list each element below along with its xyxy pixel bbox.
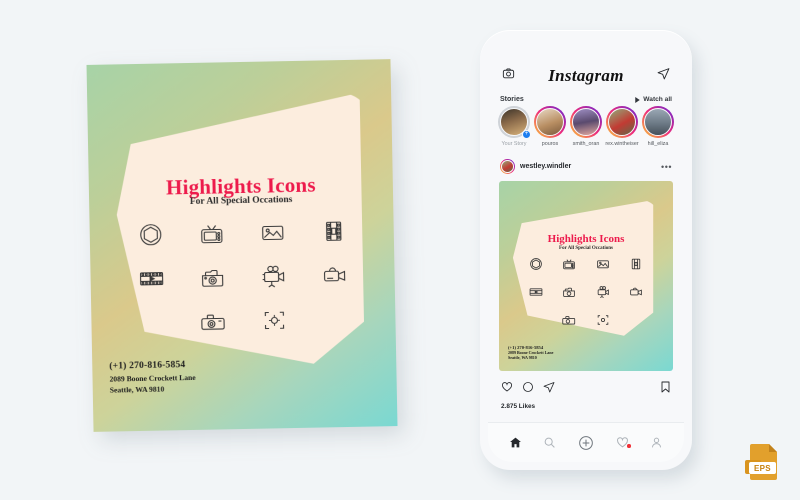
- phone-mockup: Instagram Stories Watch all + Your Story…: [480, 30, 692, 470]
- paper-plane-icon[interactable]: [657, 67, 670, 85]
- vintage-camera-icon: [562, 285, 576, 304]
- eps-label: EPS: [749, 462, 776, 474]
- heart-icon[interactable]: [501, 380, 513, 398]
- story-item-hill-eliza[interactable]: hill_eliza: [640, 106, 676, 147]
- photo-camera-icon: [200, 308, 226, 334]
- story-ring: [606, 106, 638, 138]
- stories-row: + Your Story pouros smith_oran rex.winth…: [488, 106, 684, 147]
- poster-artboard: Highlights Icons For All Special Occatio…: [86, 59, 398, 432]
- mini-icon-grid: [519, 257, 653, 332]
- play-triangle-icon: [635, 96, 641, 103]
- tab-home[interactable]: [509, 436, 522, 449]
- tab-activity[interactable]: [616, 436, 631, 449]
- film-strip-vertical-icon: [629, 257, 643, 276]
- photo-camera-icon: [562, 313, 576, 332]
- aperture-icon: [529, 257, 543, 276]
- focus-frame-icon: [261, 307, 287, 333]
- avatar: [536, 108, 564, 136]
- post-header: westley.windler •••: [488, 147, 684, 181]
- avatar: [608, 108, 636, 136]
- story-item-smith-oran[interactable]: smith_oran: [568, 106, 604, 147]
- avatar: [644, 108, 672, 136]
- mini-contact-block: (+1) 270-816-5854 2089 Boone Crockett La…: [508, 345, 553, 361]
- bottom-tabbar: [488, 422, 684, 462]
- poster-address-line1: 2089 Boone Crockett Lane: [109, 372, 196, 384]
- mini-poster-title: Highlights Icons: [547, 233, 625, 245]
- story-name: hill_eliza: [647, 141, 669, 147]
- photo-landscape-icon: [596, 257, 610, 276]
- story-name: pouros: [541, 141, 559, 147]
- comment-icon[interactable]: [522, 380, 534, 398]
- activity-badge: [626, 444, 631, 448]
- mini-poster: Highlights Icons For All Special Occatio…: [499, 181, 673, 371]
- paper-plane-icon[interactable]: [543, 380, 555, 398]
- vintage-camera-icon: [199, 264, 225, 290]
- poster-icon-row-3: [182, 307, 304, 335]
- tab-create[interactable]: [578, 435, 594, 451]
- story-item-your-story[interactable]: + Your Story: [496, 106, 532, 147]
- mini-address-line2: Seattle, WA 9810: [508, 355, 537, 361]
- poster-background: Highlights Icons For All Special Occatio…: [86, 59, 398, 432]
- story-name: rex.wintheiser: [605, 141, 639, 147]
- film-strip-play-icon: [529, 285, 543, 304]
- story-item-pouros[interactable]: pouros: [532, 106, 568, 147]
- film-strip-play-icon: [138, 266, 164, 292]
- story-ring: [534, 106, 566, 138]
- bookmark-icon[interactable]: [660, 380, 671, 398]
- instagram-header: Instagram: [488, 38, 684, 86]
- story-ring: [642, 106, 674, 138]
- movie-camera-icon: [596, 285, 610, 304]
- poster-address-line2: Seattle, WA 9810: [109, 384, 165, 395]
- focus-frame-icon: [596, 313, 610, 332]
- mini-poster-subtitle: For All Special Occations: [559, 246, 613, 251]
- camera-icon[interactable]: [502, 67, 515, 85]
- instagram-logo: Instagram: [548, 66, 624, 85]
- aperture-icon: [137, 222, 163, 248]
- video-camera-icon: [629, 285, 643, 304]
- post-media[interactable]: Highlights Icons For All Special Occatio…: [488, 181, 684, 371]
- poster-phone: (+1) 270-816-5854: [109, 360, 186, 372]
- film-strip-vertical-icon: [320, 218, 346, 244]
- video-camera-icon: [321, 262, 347, 288]
- likes-count: 2.875 Likes: [501, 403, 536, 410]
- story-ring: +: [498, 106, 531, 139]
- retro-tv-icon: [198, 220, 224, 246]
- more-options-icon[interactable]: •••: [661, 162, 672, 172]
- story-ring: [570, 106, 602, 138]
- story-name: smith_oran: [572, 141, 600, 147]
- avatar[interactable]: [500, 159, 515, 174]
- movie-camera-icon: [260, 263, 286, 289]
- add-story-badge[interactable]: +: [522, 130, 531, 139]
- watch-all-button[interactable]: Watch all: [635, 96, 672, 103]
- eps-file-badge: EPS: [742, 440, 784, 484]
- phone-screen: Instagram Stories Watch all + Your Story…: [488, 38, 684, 462]
- post-username[interactable]: westley.windler: [520, 163, 656, 170]
- stories-header: Stories Watch all: [488, 86, 684, 106]
- avatar: [572, 108, 600, 136]
- mockup-canvas: Highlights Icons For All Special Occatio…: [0, 0, 800, 500]
- poster-icon-grid: [120, 218, 366, 337]
- tab-profile[interactable]: [650, 436, 663, 449]
- stories-label: Stories: [500, 96, 524, 103]
- photo-landscape-icon: [259, 219, 285, 245]
- post-actions: [488, 371, 684, 398]
- watch-all-label: Watch all: [643, 96, 672, 103]
- poster-contact-block: (+1) 270-816-5854 2089 Boone Crockett La…: [109, 360, 196, 396]
- tab-search[interactable]: [543, 436, 556, 449]
- story-item-rex-wintheiser[interactable]: rex.wintheiser: [604, 106, 640, 147]
- story-name: Your Story: [501, 141, 527, 147]
- retro-tv-icon: [562, 257, 576, 276]
